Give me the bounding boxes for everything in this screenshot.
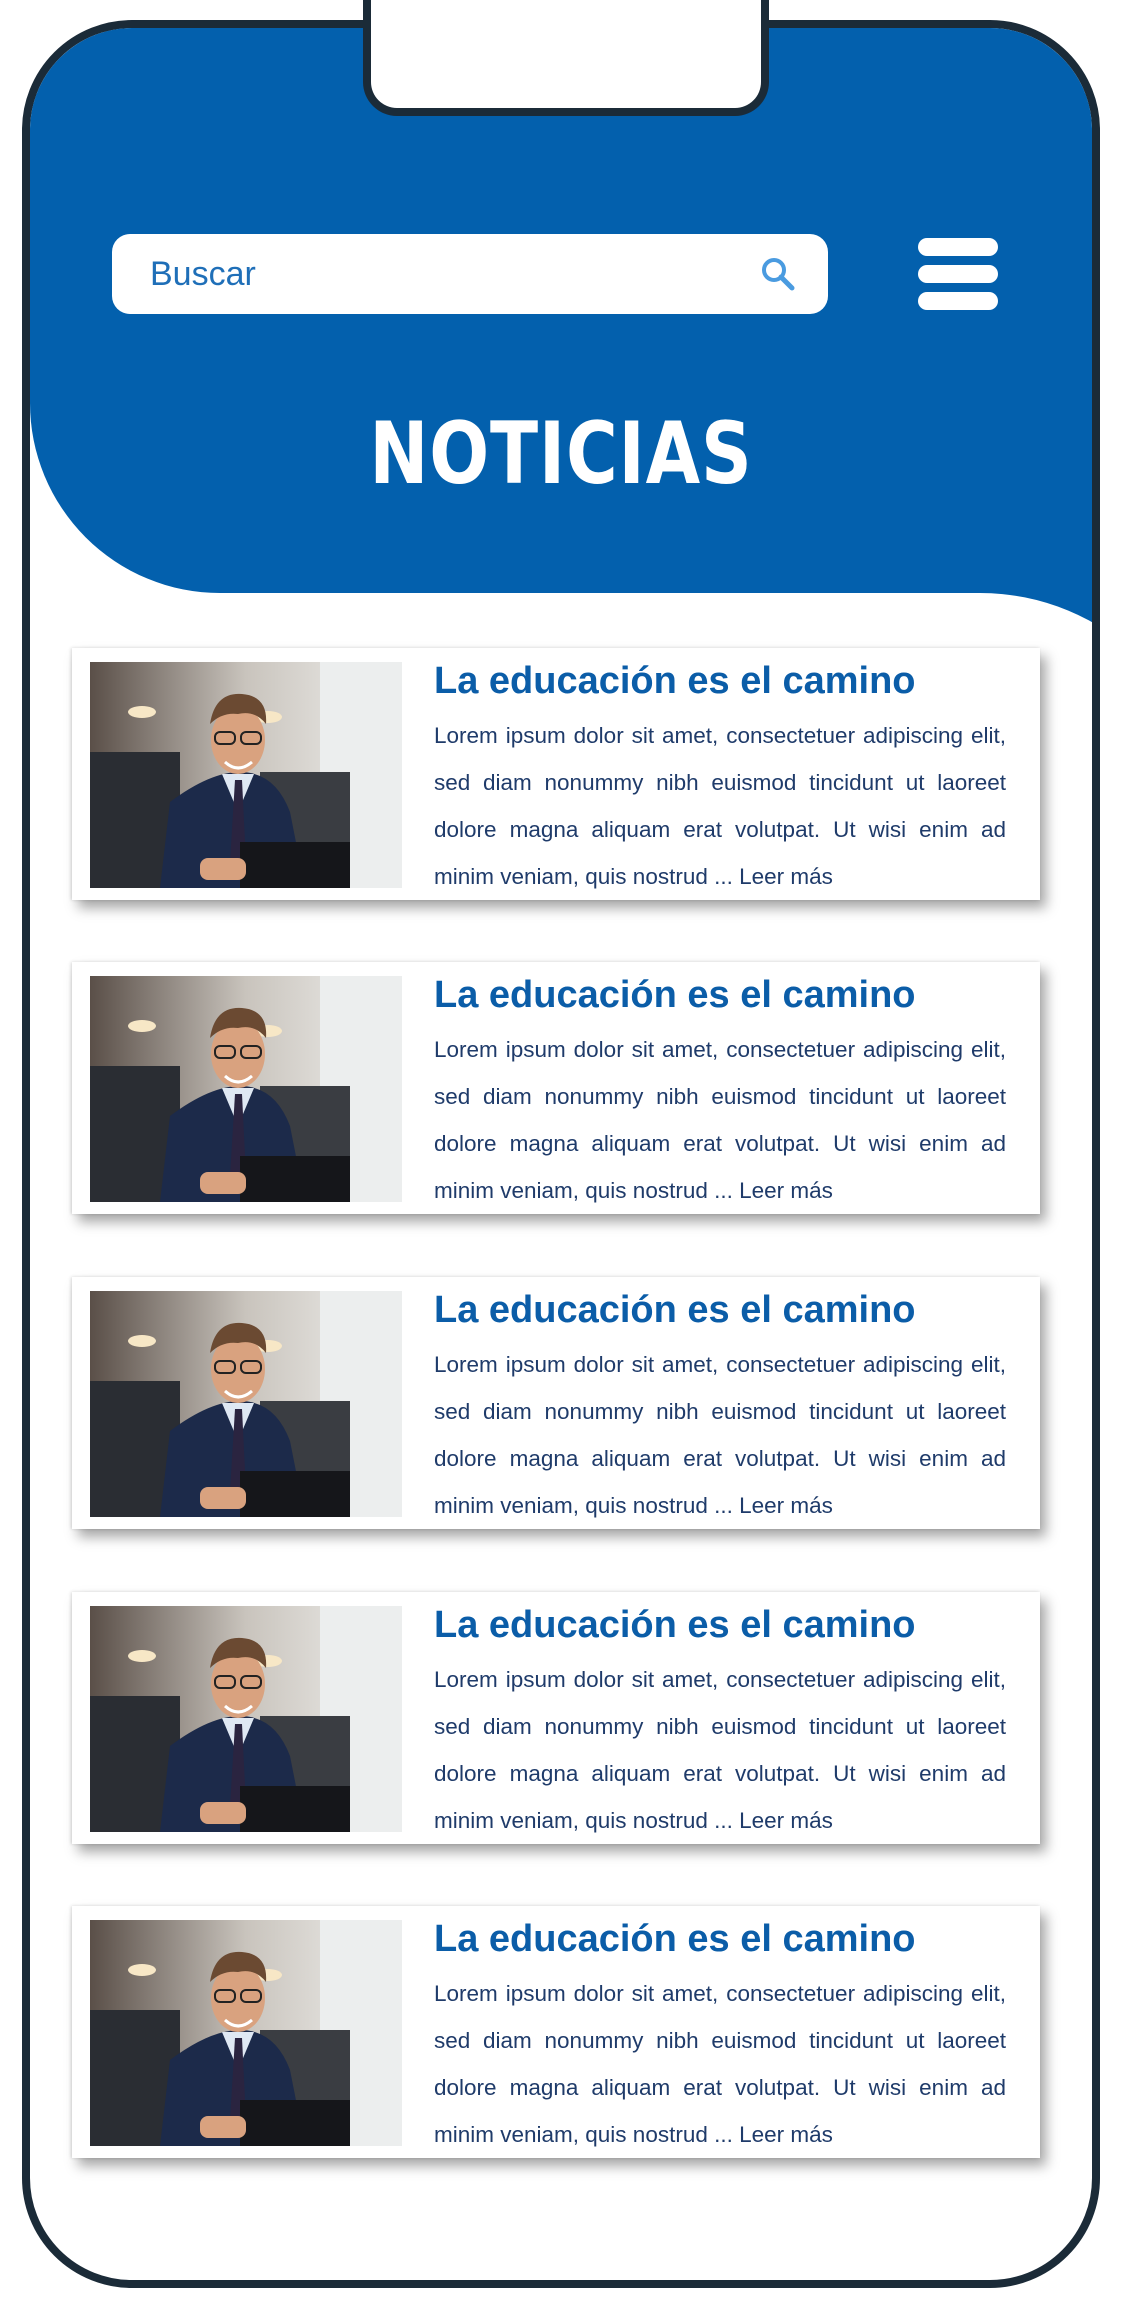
news-body: Lorem ipsum dolor sit amet, consectetuer… [434,1037,1006,1203]
news-title[interactable]: La educación es el camino [434,660,916,703]
news-excerpt: Lorem ipsum dolor sit amet, consectetuer… [434,1026,1006,1214]
news-thumbnail[interactable] [90,1291,402,1517]
news-title[interactable]: La educación es el camino [434,974,916,1017]
news-card[interactable]: La educación es el camino Lorem ipsum do… [72,1906,1040,2158]
menu-bar [918,238,998,256]
news-thumbnail[interactable] [90,1920,402,2146]
news-card[interactable]: La educación es el camino Lorem ipsum do… [72,648,1040,900]
menu-bar [918,265,998,283]
news-thumbnail[interactable] [90,976,402,1202]
page-title: NOTICIAS [369,404,753,504]
news-body: Lorem ipsum dolor sit amet, consectetuer… [434,723,1006,889]
news-excerpt: Lorem ipsum dolor sit amet, consectetuer… [434,1656,1006,1844]
read-more-link[interactable]: Leer más [739,1808,833,1833]
menu-bar [918,292,998,310]
read-more-link[interactable]: Leer más [739,864,833,889]
news-body: Lorem ipsum dolor sit amet, consectetuer… [434,1981,1006,2147]
news-title[interactable]: La educación es el camino [434,1604,916,1647]
read-more-link[interactable]: Leer más [739,2122,833,2147]
news-card[interactable]: La educación es el camino Lorem ipsum do… [72,1277,1040,1529]
phone-frame: NOTICIAS [22,20,1100,2288]
news-thumbnail[interactable] [90,662,402,888]
search-bar[interactable] [112,234,828,314]
news-title[interactable]: La educación es el camino [434,1289,916,1332]
news-excerpt: Lorem ipsum dolor sit amet, consectetuer… [434,712,1006,900]
news-excerpt: Lorem ipsum dolor sit amet, consectetuer… [434,1341,1006,1529]
read-more-link[interactable]: Leer más [739,1493,833,1518]
news-card[interactable]: La educación es el camino Lorem ipsum do… [72,1592,1040,1844]
news-body: Lorem ipsum dolor sit amet, consectetuer… [434,1352,1006,1518]
news-body: Lorem ipsum dolor sit amet, consectetuer… [434,1667,1006,1833]
search-input[interactable] [148,253,758,295]
news-title[interactable]: La educación es el camino [434,1918,916,1961]
hamburger-menu-icon[interactable] [918,238,998,310]
news-excerpt: Lorem ipsum dolor sit amet, consectetuer… [434,1970,1006,2158]
read-more-link[interactable]: Leer más [739,1178,833,1203]
phone-notch [363,0,769,116]
news-card[interactable]: La educación es el camino Lorem ipsum do… [72,962,1040,1214]
search-icon[interactable] [758,254,798,294]
news-thumbnail[interactable] [90,1606,402,1832]
